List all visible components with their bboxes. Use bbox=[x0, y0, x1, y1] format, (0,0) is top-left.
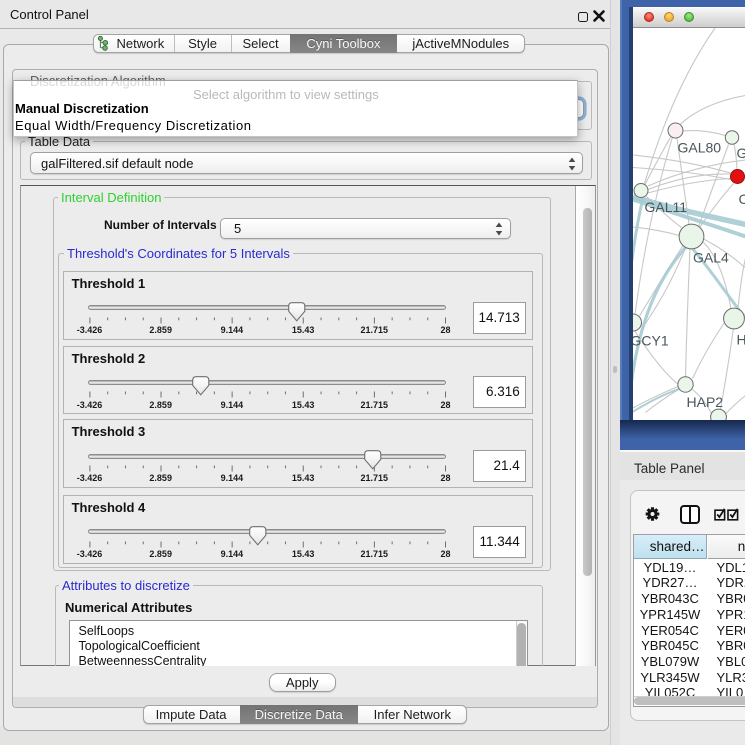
svg-text:H: H bbox=[736, 331, 745, 347]
svg-text:GAL11: GAL11 bbox=[644, 199, 687, 215]
svg-text:GAL4: GAL4 bbox=[693, 249, 729, 265]
svg-text:GA: GA bbox=[736, 145, 745, 161]
svg-text:GAL80: GAL80 bbox=[677, 139, 721, 155]
svg-text:C: C bbox=[738, 191, 745, 207]
svg-text:GCY1: GCY1 bbox=[633, 332, 669, 348]
svg-text:HAP2: HAP2 bbox=[686, 394, 723, 410]
